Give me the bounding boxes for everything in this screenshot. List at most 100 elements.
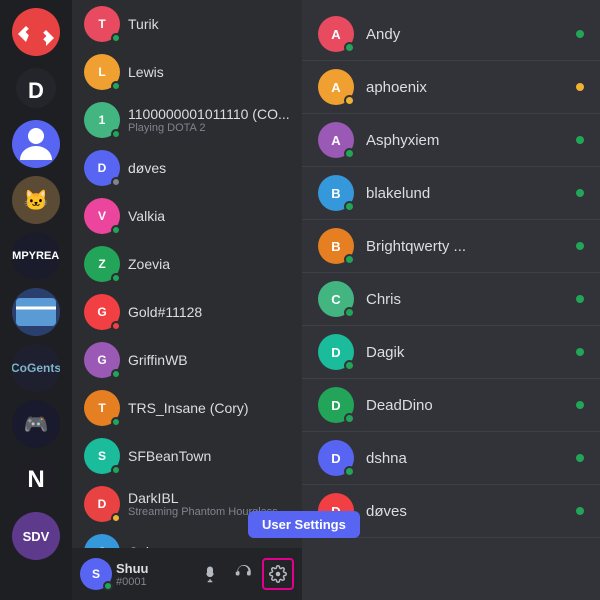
online-friend-avatar-wrapper: C — [318, 281, 354, 317]
friend-name: Gold#11128 — [128, 304, 202, 320]
panel-icons — [194, 558, 294, 590]
friend-status-dot — [111, 81, 121, 91]
friends-list: T Turik L Lewis 1 1100000001011110 (CO..… — [72, 0, 302, 548]
settings-button[interactable] — [262, 558, 294, 590]
friend-name: Valkia — [128, 208, 165, 224]
online-friend-name: Dagik — [366, 344, 404, 361]
right-status-dot — [576, 454, 584, 462]
friend-status-dot — [111, 513, 121, 523]
friends-sidebar: T Turik L Lewis 1 1100000001011110 (CO..… — [72, 0, 302, 600]
friend-name: Turik — [128, 16, 159, 32]
user-settings-tooltip: User Settings — [248, 511, 360, 538]
friend-avatar-wrapper: D — [84, 486, 120, 522]
friend-status-dot — [111, 33, 121, 43]
online-friend-name: dshna — [366, 450, 407, 467]
online-friend-status-dot — [344, 201, 355, 212]
friend-subtitle: Playing DOTA 2 — [128, 122, 290, 134]
friend-item[interactable]: G Gold#11128 — [76, 288, 298, 336]
online-friend-item[interactable]: A Asphyxiem — [302, 114, 600, 167]
online-friend-avatar-wrapper: D — [318, 387, 354, 423]
online-friend-right-status — [576, 83, 584, 91]
server-icon-cogents[interactable]: CoGents — [12, 344, 60, 392]
friend-name-section: SFBeanTown — [128, 448, 211, 464]
user-info: Shuu #0001 — [116, 561, 190, 588]
user-tag: #0001 — [116, 576, 190, 588]
friend-avatar-wrapper: L — [84, 54, 120, 90]
friend-item[interactable]: L Lewis — [76, 48, 298, 96]
online-friend-name: døves — [366, 503, 407, 520]
friend-name-section: Gold#11128 — [128, 304, 202, 320]
friend-avatar-wrapper: Z — [84, 246, 120, 282]
online-friend-item[interactable]: A Andy — [302, 8, 600, 61]
friend-name-section: 1100000001011110 (CO... Playing DOTA 2 — [128, 106, 290, 134]
online-friend-right-status — [576, 30, 584, 38]
friend-status-dot — [111, 369, 121, 379]
friend-name-section: Turik — [128, 16, 159, 32]
server-icon-chat2[interactable] — [12, 288, 60, 336]
online-friend-right-status — [576, 189, 584, 197]
online-friend-name: Chris — [366, 291, 401, 308]
friend-item[interactable]: V Valkia — [76, 192, 298, 240]
friend-item[interactable]: T Turik — [76, 0, 298, 48]
right-status-dot — [576, 242, 584, 250]
friend-avatar-wrapper: C — [84, 534, 120, 548]
online-friend-avatar-wrapper: D — [318, 440, 354, 476]
friend-item[interactable]: 1 1100000001011110 (CO... Playing DOTA 2 — [76, 96, 298, 144]
server-icon-gaming[interactable]: 🎮 — [12, 400, 60, 448]
online-friend-name: Brightqwerty ... — [366, 238, 466, 255]
server-icon-bot[interactable] — [12, 120, 60, 168]
online-friend-right-status — [576, 348, 584, 356]
online-friend-status-dot — [344, 360, 355, 371]
online-friend-item[interactable]: D DeadDino — [302, 379, 600, 432]
online-friend-right-status — [576, 242, 584, 250]
server-icon-empyrean[interactable]: EMPYREAN — [12, 232, 60, 280]
friend-item[interactable]: G GriffinWB — [76, 336, 298, 384]
friend-item[interactable]: S SFBeanTown — [76, 432, 298, 480]
online-friend-item[interactable]: A aphoenix — [302, 61, 600, 114]
online-friend-avatar-wrapper: D — [318, 334, 354, 370]
server-icon-hammer[interactable] — [12, 8, 60, 56]
user-avatar-wrapper: S — [80, 558, 112, 590]
mute-button[interactable] — [194, 558, 226, 590]
online-friend-avatar-wrapper: A — [318, 122, 354, 158]
online-friend-status-dot — [344, 254, 355, 265]
friend-avatar: C — [84, 534, 120, 548]
friend-name-section: Valkia — [128, 208, 165, 224]
server-sidebar: D 🐱 EMPYREAN CoGents 🎮 N SDV — [0, 0, 72, 600]
friend-avatar-wrapper: V — [84, 198, 120, 234]
friend-status-dot — [111, 417, 121, 427]
deafen-button[interactable] — [228, 558, 260, 590]
online-friend-status-dot — [344, 95, 355, 106]
online-friend-right-status — [576, 507, 584, 515]
user-status-dot — [103, 581, 113, 591]
friend-name-section: TRS_Insane (Cory) — [128, 400, 249, 416]
online-friend-avatar-wrapper: B — [318, 175, 354, 211]
friend-avatar-wrapper: T — [84, 390, 120, 426]
friend-item[interactable]: Z Zoevia — [76, 240, 298, 288]
online-friend-item[interactable]: B blakelund — [302, 167, 600, 220]
friend-avatar-wrapper: T — [84, 6, 120, 42]
server-icon-n[interactable]: N — [12, 456, 60, 504]
online-friend-name: aphoenix — [366, 79, 427, 96]
friend-status-dot — [111, 129, 121, 139]
friend-name-section: Lewis — [128, 64, 164, 80]
friend-name: SFBeanTown — [128, 448, 211, 464]
friend-avatar-wrapper: 1 — [84, 102, 120, 138]
online-friend-item[interactable]: D dshna — [302, 432, 600, 485]
online-friend-item[interactable]: C Chris — [302, 273, 600, 326]
friend-name: Zoevia — [128, 256, 170, 272]
server-icon-discord1[interactable]: D — [12, 64, 60, 112]
server-icon-cat[interactable]: 🐱 — [12, 176, 60, 224]
friend-item[interactable]: D døves — [76, 144, 298, 192]
user-panel: S Shuu #0001 — [72, 548, 302, 600]
friend-name: DarkIBL — [128, 490, 290, 506]
user-name: Shuu — [116, 561, 190, 576]
online-friend-item[interactable]: B Brightqwerty ... — [302, 220, 600, 273]
online-friend-avatar-wrapper: A — [318, 16, 354, 52]
friend-name-section: GriffinWB — [128, 352, 188, 368]
online-friend-item[interactable]: D Dagik — [302, 326, 600, 379]
online-friend-right-status — [576, 295, 584, 303]
friend-name-section: Zoevia — [128, 256, 170, 272]
friend-item[interactable]: T TRS_Insane (Cory) — [76, 384, 298, 432]
server-icon-sdv[interactable]: SDV — [12, 512, 60, 560]
